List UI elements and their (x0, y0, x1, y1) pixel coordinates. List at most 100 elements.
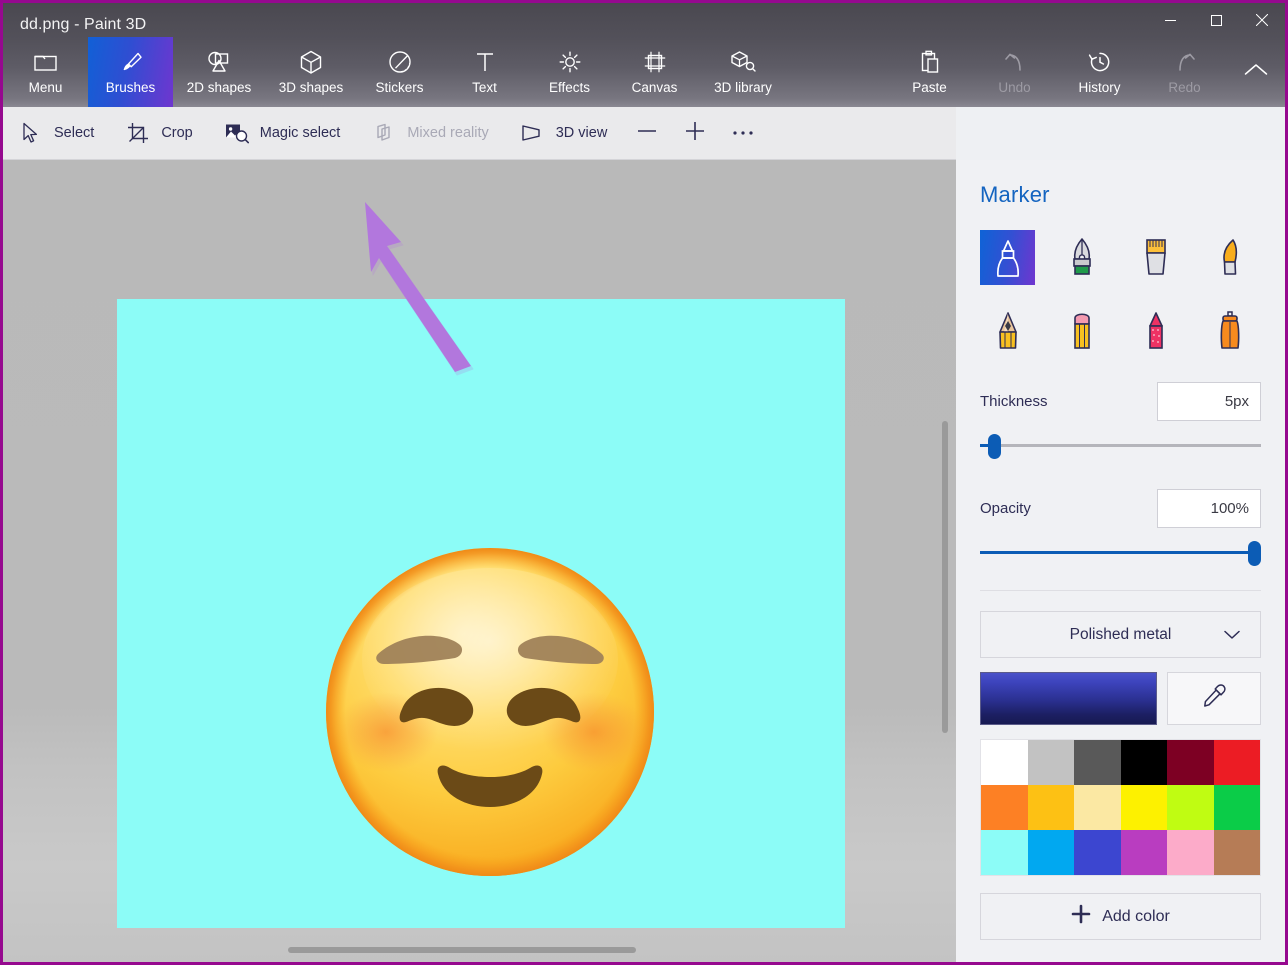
brush-fill[interactable] (1276, 303, 1285, 358)
swatch-cyan[interactable] (981, 830, 1028, 875)
tab-paste[interactable]: Paste (887, 37, 972, 107)
canvas-toolbar: Select Crop Ma (3, 107, 956, 160)
swatch-indigo[interactable] (1074, 830, 1121, 875)
tool-select[interactable]: Select (3, 107, 110, 159)
tab-text[interactable]: Text (442, 37, 527, 107)
ribbon-spacer (789, 37, 887, 107)
marker-icon (991, 238, 1025, 278)
swatch-lime[interactable] (1167, 785, 1214, 830)
panel-divider (980, 590, 1261, 591)
swatch-dark-red[interactable] (1167, 740, 1214, 785)
thickness-slider-track (980, 444, 1261, 447)
swatch-orange[interactable] (981, 785, 1028, 830)
vertical-scrollbar[interactable] (939, 160, 953, 962)
brush-marker-thin[interactable] (1128, 303, 1183, 358)
drawing-canvas[interactable] (117, 299, 845, 928)
swatch-brown[interactable] (1214, 830, 1261, 875)
opacity-value: 100% (1211, 500, 1249, 517)
sun-icon (558, 50, 582, 75)
brush-oil-brush[interactable] (1128, 230, 1183, 285)
fill-bucket-icon (1285, 310, 1286, 352)
swatch-light-gray[interactable] (1028, 740, 1075, 785)
undo-arrow-icon (1003, 50, 1027, 75)
tab-3d-shapes[interactable]: 3D shapes (265, 37, 357, 107)
opacity-row: Opacity 100% (980, 489, 1261, 528)
thickness-slider[interactable] (980, 429, 1261, 463)
zoom-in-button[interactable] (671, 107, 719, 159)
vertical-scrollbar-thumb[interactable] (942, 421, 948, 733)
3d-cube-icon (300, 50, 322, 75)
swatch-green[interactable] (1214, 785, 1261, 830)
more-options-button[interactable] (719, 107, 767, 159)
brush-marker[interactable] (980, 230, 1035, 285)
text-t-icon (474, 50, 496, 75)
brush-watercolor[interactable] (1202, 230, 1257, 285)
thickness-slider-thumb[interactable] (988, 434, 1001, 459)
paint3d-window: dd.png - Paint 3D Menu (0, 0, 1288, 965)
eyedropper-icon (1201, 683, 1227, 714)
close-icon (1256, 14, 1268, 26)
swatch-amber[interactable] (1028, 785, 1075, 830)
brush-pencil[interactable] (980, 303, 1035, 358)
swatch-pink[interactable] (1167, 830, 1214, 875)
swatch-black[interactable] (1121, 740, 1168, 785)
spray-can-icon (1213, 310, 1247, 352)
tab-label: Effects (549, 80, 590, 95)
zoom-out-button[interactable] (623, 107, 671, 159)
tab-menu[interactable]: Menu (3, 37, 88, 107)
3d-view-icon (521, 121, 545, 145)
add-color-label: Add color (1102, 908, 1170, 926)
tab-label: Menu (29, 80, 63, 95)
swatch-yellow[interactable] (1121, 785, 1168, 830)
opacity-input[interactable]: 100% (1157, 489, 1261, 528)
cursor-arrow-icon (19, 121, 43, 145)
brush-calligraphy-pen[interactable] (1054, 230, 1109, 285)
tool-crop[interactable]: Crop (110, 107, 208, 159)
swatch-red[interactable] (1214, 740, 1261, 785)
swatch-cream[interactable] (1074, 785, 1121, 830)
window-title: dd.png - Paint 3D (20, 16, 146, 34)
add-color-button[interactable]: Add color (980, 893, 1261, 940)
swatch-blue[interactable] (1028, 830, 1075, 875)
clipboard-icon (919, 50, 941, 75)
eyedropper-button[interactable] (1167, 672, 1261, 725)
close-button[interactable] (1239, 3, 1285, 37)
horizontal-scrollbar-thumb[interactable] (288, 947, 636, 953)
2d-shapes-icon (206, 50, 232, 75)
tab-label: History (1078, 80, 1120, 95)
tool-mixed-reality: Mixed reality (356, 107, 504, 159)
tab-label: Canvas (632, 80, 678, 95)
brush-grid (980, 230, 1261, 358)
opacity-slider-thumb[interactable] (1248, 541, 1261, 566)
current-color-swatch[interactable] (980, 672, 1157, 725)
swatch-white[interactable] (981, 740, 1028, 785)
maximize-button[interactable] (1193, 3, 1239, 37)
collapse-ribbon-button[interactable] (1227, 37, 1285, 107)
tool-label: Select (54, 125, 94, 141)
tool-magic-select[interactable]: Magic select (209, 107, 357, 159)
material-dropdown[interactable]: Polished metal (980, 611, 1261, 658)
brush-eraser[interactable] (1276, 230, 1285, 285)
tab-canvas[interactable]: Canvas (612, 37, 697, 107)
plus-icon (1071, 904, 1091, 929)
tab-history[interactable]: History (1057, 37, 1142, 107)
eraser-pencil-icon (1065, 310, 1099, 352)
thickness-input[interactable]: 5px (1157, 382, 1261, 421)
tab-brushes[interactable]: Brushes (88, 37, 173, 107)
brush-crayon[interactable] (1054, 303, 1109, 358)
brush-spray-can[interactable] (1202, 303, 1257, 358)
tab-stickers[interactable]: Stickers (357, 37, 442, 107)
redo-arrow-icon (1173, 50, 1197, 75)
minimize-button[interactable] (1147, 3, 1193, 37)
tool-3d-view[interactable]: 3D view (505, 107, 624, 159)
mixed-reality-icon (372, 121, 396, 145)
canvas-workspace[interactable] (3, 160, 956, 962)
swatch-magenta[interactable] (1121, 830, 1168, 875)
opacity-slider[interactable] (980, 536, 1261, 570)
swatch-dark-gray[interactable] (1074, 740, 1121, 785)
ribbon-tabs: Menu Brushes (3, 37, 1285, 107)
tab-2d-shapes[interactable]: 2D shapes (173, 37, 265, 107)
plus-icon (684, 120, 706, 147)
tab-3d-library[interactable]: 3D library (697, 37, 789, 107)
tab-effects[interactable]: Effects (527, 37, 612, 107)
